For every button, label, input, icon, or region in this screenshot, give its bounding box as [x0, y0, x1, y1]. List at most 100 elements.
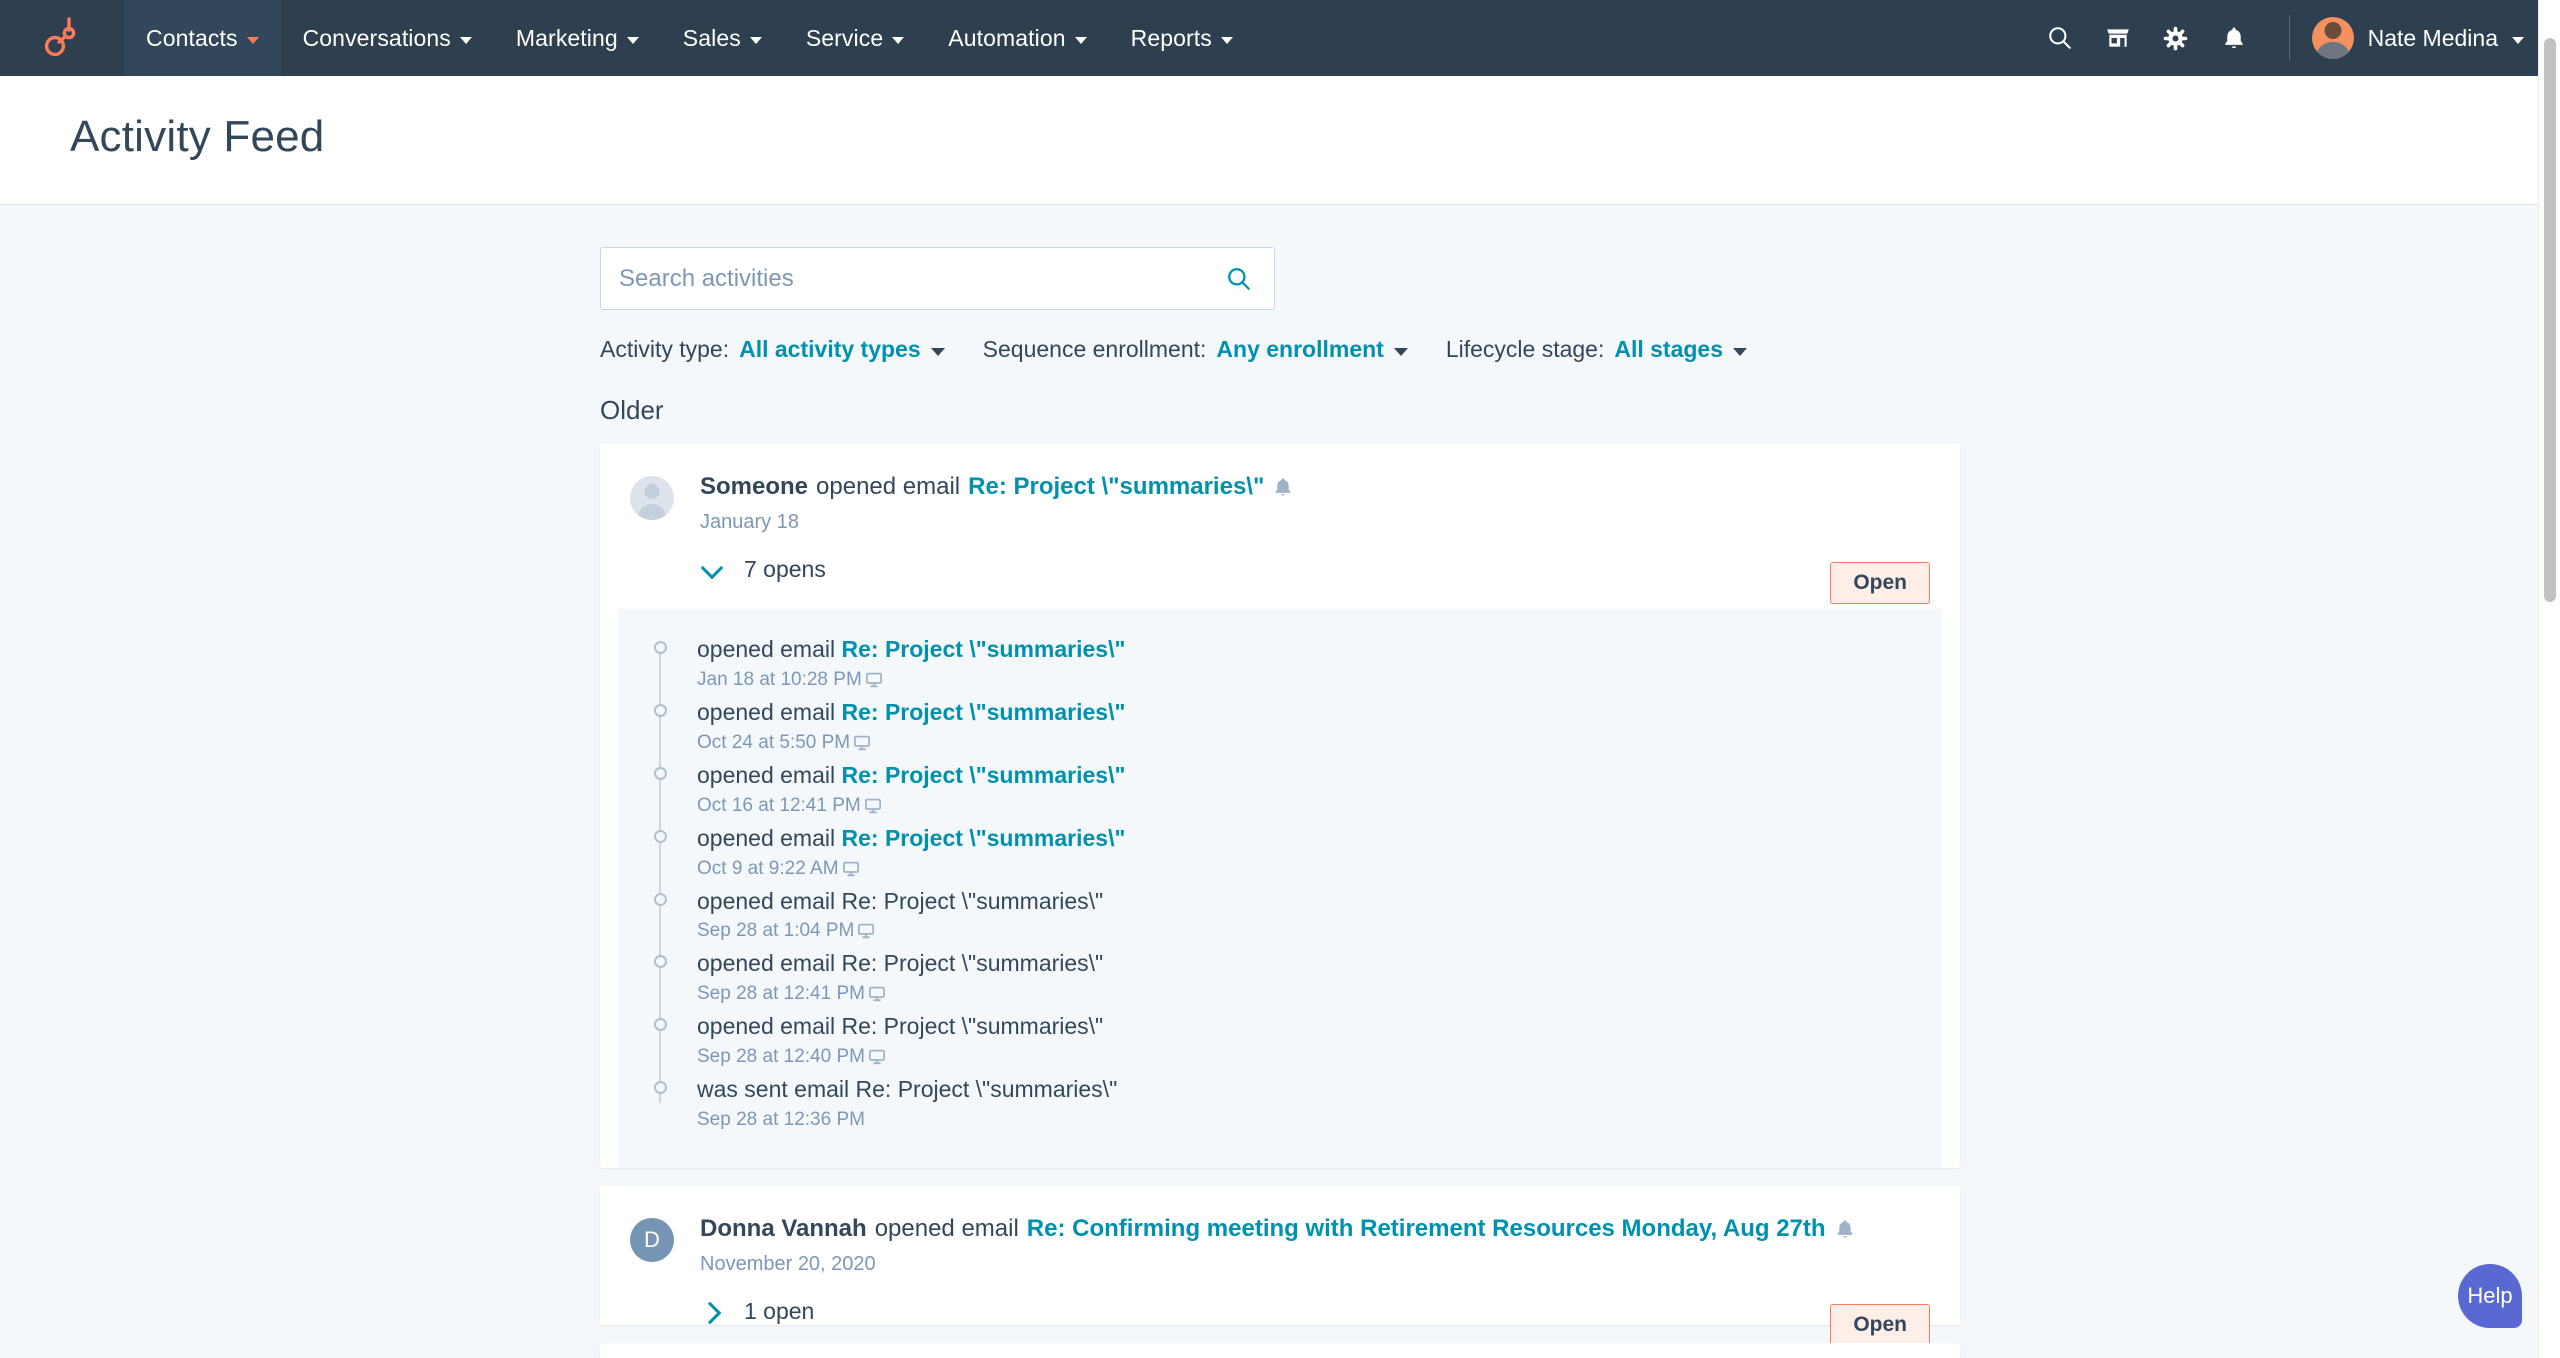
timeline-subject: Re: Project \"summaries\"	[856, 1076, 1118, 1102]
timeline-time-label: Sep 28 at 1:04 PM	[697, 920, 854, 942]
timeline-subject: Re: Project \"summaries\"	[842, 888, 1104, 914]
avatar-body	[2316, 42, 2350, 59]
notifications-button[interactable]	[2205, 9, 2263, 67]
search-icon[interactable]	[1226, 266, 1252, 292]
filter-bar: Activity type: All activity types Sequen…	[600, 336, 1960, 363]
timeline-dot-icon	[654, 955, 667, 968]
timeline-time-label: Jan 18 at 10:28 PM	[697, 669, 862, 691]
activity-card-body: Someoneopened emailRe: Project \"summari…	[700, 472, 1930, 583]
timeline-verb: opened email	[697, 762, 835, 788]
open-activity-button[interactable]: Open	[1830, 1304, 1930, 1346]
nav-item-contacts[interactable]: Contacts	[124, 0, 281, 76]
bell-icon	[2221, 25, 2247, 51]
settings-button[interactable]	[2147, 9, 2205, 67]
monitor-icon	[853, 734, 871, 752]
timeline-item: opened email Re: Project \"summaries\" Se…	[660, 949, 1942, 1005]
nav-item-service[interactable]: Service	[784, 0, 926, 76]
timeline-verb: opened email	[697, 636, 835, 662]
hubspot-sprocket-icon	[42, 17, 82, 59]
timeline-item: opened email Re: Project \"summaries\" Oc…	[660, 698, 1942, 754]
hubspot-sprocket-logo[interactable]	[0, 0, 124, 76]
timeline-subject-link[interactable]: Re: Project \"summaries\"	[842, 825, 1126, 851]
timeline-verb: opened email	[697, 950, 835, 976]
timeline-item: opened email Re: Project \"summaries\"Oc…	[660, 761, 1942, 817]
activity-feed-container: Activity type: All activity types Sequen…	[600, 205, 1960, 1358]
avatar	[2312, 17, 2354, 59]
help-button[interactable]: Help	[2458, 1264, 2522, 1328]
timeline-subject-link[interactable]: Re: Project \"summaries\"	[842, 699, 1126, 725]
chevron-down-icon	[460, 37, 472, 44]
scrollbar-thumb[interactable]	[2544, 38, 2556, 602]
nav-item-conversations[interactable]: Conversations	[281, 0, 494, 76]
search-bar[interactable]	[600, 247, 1275, 310]
main-content-area: Activity type: All activity types Sequen…	[0, 205, 2560, 1358]
timeline-item: opened email Re: Project \"summaries\" Ja…	[660, 635, 1942, 691]
activity-open-count[interactable]: 7 opens	[744, 556, 826, 583]
nav-item-automation[interactable]: Automation	[926, 0, 1108, 76]
avatar	[630, 476, 674, 520]
chevron-down-icon	[2512, 37, 2524, 44]
timeline-text: opened email Re: Project \"summaries\"	[697, 761, 1942, 791]
timeline-subject: Re: Project \"summaries\"	[842, 950, 1104, 976]
help-button-label: Help	[2467, 1283, 2512, 1309]
search-input[interactable]	[619, 265, 1226, 293]
timeline-timestamp: Sep 28 at 1:04 PM	[697, 920, 1942, 942]
timeline-dot-icon	[654, 641, 667, 654]
filter-lifecycle-stage-dropdown[interactable]: All stages	[1614, 336, 1747, 363]
timeline-subject-link[interactable]: Re: Project \"summaries\"	[842, 636, 1126, 662]
timeline-time-label: Oct 24 at 5:50 PM	[697, 732, 850, 754]
nav-item-label: Contacts	[146, 25, 238, 52]
activity-open-count[interactable]: 1 open	[744, 1298, 814, 1325]
timeline-text: opened email Re: Project \"summaries\"	[697, 698, 1942, 728]
timeline-text: opened email Re: Project \"summaries\"	[697, 635, 1942, 665]
timeline-time-label: Sep 28 at 12:41 PM	[697, 983, 865, 1005]
monitor-icon	[857, 922, 875, 940]
timeline-time-label: Oct 9 at 9:22 AM	[697, 858, 839, 880]
chevron-down-icon	[892, 37, 904, 44]
timeline-subject-link[interactable]: Re: Project \"summaries\"	[842, 762, 1126, 788]
marketplace-button[interactable]	[2089, 9, 2147, 67]
nav-item-label: Sales	[683, 25, 741, 52]
page-scrollbar[interactable]	[2538, 0, 2560, 1358]
timeline-text: opened email Re: Project \"summaries\"	[697, 824, 1942, 854]
timeline-dot-icon	[654, 1018, 667, 1031]
timeline-verb: opened email	[697, 699, 835, 725]
filter-activity-type-dropdown[interactable]: All activity types	[739, 336, 945, 363]
chevron-right-icon[interactable]	[702, 1302, 722, 1322]
activity-card-header: D Donna Vannah opened email Re: Confirming …	[600, 1214, 1960, 1325]
global-search-button[interactable]	[2031, 9, 2089, 67]
filter-value-label: All stages	[1614, 336, 1723, 363]
filter-sequence-enrollment-dropdown[interactable]: Any enrollment	[1216, 336, 1407, 363]
filter-sequence-enrollment: Sequence enrollment: Any enrollment	[983, 336, 1408, 363]
activity-verb: opened email	[875, 1214, 1019, 1244]
activity-card: Someone opened email Re: Project \"summari…	[600, 444, 1960, 1168]
nav-item-marketing[interactable]: Marketing	[494, 0, 661, 76]
timeline-timestamp: Sep 28 at 12:41 PM	[697, 983, 1942, 1005]
top-navigation-bar: Contacts Conversations Marketing Sales S…	[0, 0, 2560, 76]
open-activity-button[interactable]: Open	[1830, 562, 1930, 604]
timeline-timestamp: Sep 28 at 12:36 PM	[697, 1109, 1942, 1131]
avatar: D	[630, 1218, 674, 1262]
filter-lifecycle-stage: Lifecycle stage: All stages	[1446, 336, 1747, 363]
user-menu[interactable]: Nate Medina	[2312, 17, 2524, 59]
filter-label: Sequence enrollment:	[983, 336, 1207, 363]
chevron-down-icon[interactable]	[702, 560, 722, 580]
nav-item-label: Reports	[1131, 25, 1212, 52]
activity-subject-link[interactable]: Re: Project \"summaries\"	[968, 472, 1264, 502]
timeline-text: opened email Re: Project \"summaries\"	[697, 887, 1942, 917]
activity-actor: Someone	[700, 472, 808, 502]
nav-item-sales[interactable]: Sales	[661, 0, 784, 76]
timeline-verb: opened email	[697, 1013, 835, 1039]
marketplace-icon	[2105, 25, 2131, 51]
nav-right-actions: Nate Medina	[2031, 0, 2560, 76]
timeline-timestamp: Oct 9 at 9:22 AM	[697, 858, 1942, 880]
filter-activity-type: Activity type: All activity types	[600, 336, 945, 363]
bell-icon	[1834, 1218, 1856, 1240]
activity-subject-link[interactable]: Re: Confirming meeting with Retirement R…	[1027, 1214, 1826, 1244]
chevron-down-icon	[627, 37, 639, 44]
activity-actor: Donna Vannah	[700, 1214, 867, 1244]
nav-item-reports[interactable]: Reports	[1109, 0, 1255, 76]
gear-icon	[2162, 25, 2189, 52]
timeline-dot-icon	[654, 830, 667, 843]
chevron-down-icon	[1733, 348, 1747, 356]
